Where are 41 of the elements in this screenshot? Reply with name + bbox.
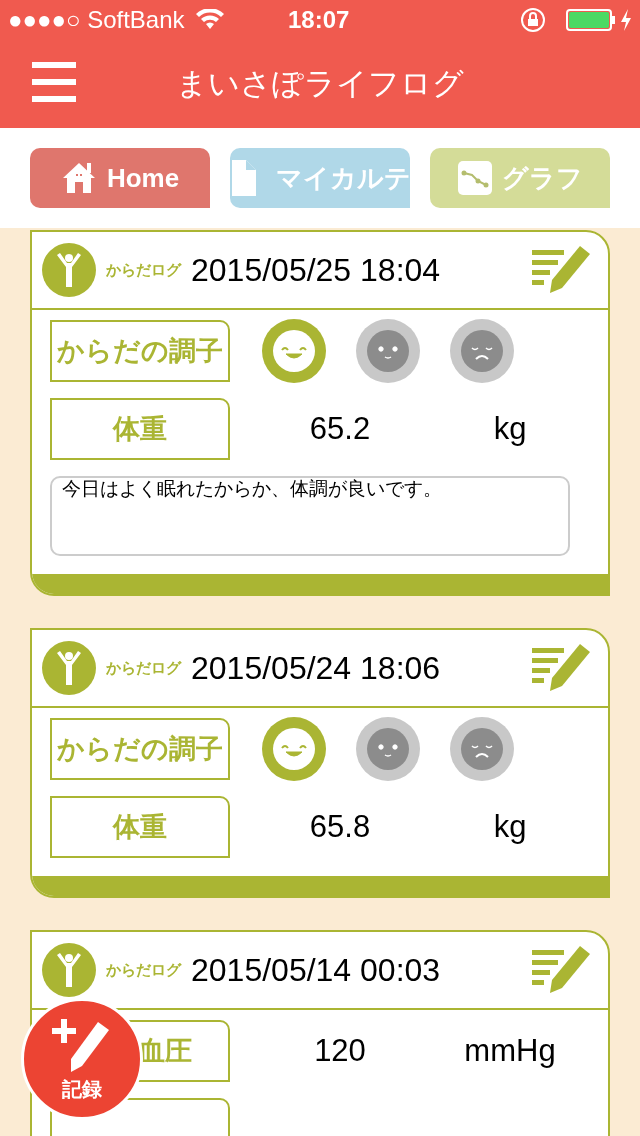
mood-face-icon[interactable]	[356, 319, 420, 383]
person-icon	[42, 943, 96, 997]
log-category: からだログ	[106, 657, 181, 678]
memo-field: 今日はよく眠れたからか、体調が良いです。	[50, 476, 570, 556]
measure-unit: mmHg	[463, 1031, 557, 1070]
graph-icon	[457, 161, 492, 195]
field-label: 体重	[113, 810, 167, 844]
mood-face-icon[interactable]	[262, 717, 326, 781]
nav-tab[interactable]: Home	[30, 148, 210, 208]
mood-face-icon[interactable]	[450, 717, 514, 781]
menu-icon[interactable]	[32, 60, 76, 104]
app-title: まいさぽライフログ	[176, 64, 464, 103]
mood-face-icon[interactable]	[450, 319, 514, 383]
mood-face-icon[interactable]	[262, 319, 326, 383]
person-icon	[42, 641, 96, 695]
field-label: 体重	[113, 412, 167, 446]
rotation-lock-icon	[520, 7, 546, 33]
edit-icon[interactable]	[532, 946, 592, 994]
field-label: からだの調子	[57, 732, 223, 766]
charging-icon	[620, 9, 632, 31]
person-icon	[42, 243, 96, 297]
log-datetime: 2015/05/25 18:04	[191, 251, 441, 290]
measure-value: 120	[313, 1031, 367, 1070]
log-datetime: 2015/05/14 00:03	[191, 951, 441, 990]
log-category: からだログ	[106, 959, 181, 980]
log-category: からだログ	[106, 259, 181, 280]
log-datetime: 2015/05/24 18:06	[191, 649, 441, 688]
plus-pencil-icon	[52, 1018, 112, 1074]
measure-value: 65.8	[308, 807, 372, 846]
carrier-name: ●●●●○ SoftBank	[8, 5, 185, 35]
mood-face-icon[interactable]	[356, 717, 420, 781]
status-time: 18:07	[288, 5, 350, 35]
measure-unit: kg	[492, 409, 528, 448]
battery-icon	[566, 9, 616, 31]
edit-icon[interactable]	[532, 644, 592, 692]
measure-unit: kg	[492, 807, 528, 846]
wifi-icon	[194, 9, 225, 31]
edit-icon[interactable]	[532, 246, 592, 294]
measure-value: 65.2	[308, 409, 372, 448]
field-label: からだの調子	[57, 334, 223, 368]
nav-tab[interactable]: マイカルテ	[230, 148, 410, 208]
